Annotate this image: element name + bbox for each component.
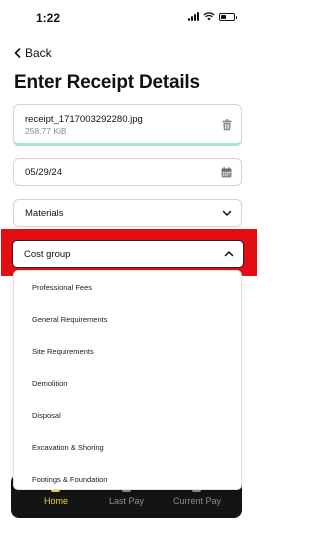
materials-select[interactable]: Materials xyxy=(13,199,242,227)
back-button[interactable]: Back xyxy=(14,46,52,60)
date-value: 05/29/24 xyxy=(25,167,62,178)
cost-group-placeholder: Cost group xyxy=(24,249,71,260)
signal-icon xyxy=(188,12,199,21)
receipt-file-card: receipt_1717003292280.jpg 258.77 KiB xyxy=(13,104,242,146)
back-label: Back xyxy=(25,46,52,60)
option-demolition[interactable]: Demolition xyxy=(32,379,67,388)
option-disposal[interactable]: Disposal xyxy=(32,411,61,420)
wifi-icon xyxy=(203,12,215,21)
tab-last-pay[interactable]: Last Pay xyxy=(109,496,144,506)
option-footings-foundation[interactable]: Footings & Foundation xyxy=(32,475,107,484)
trash-icon[interactable] xyxy=(222,119,232,131)
materials-value: Materials xyxy=(25,208,64,219)
option-general-requirements[interactable]: General Requirements xyxy=(32,315,107,324)
cost-group-select[interactable]: Cost group xyxy=(12,240,244,268)
date-field[interactable]: 05/29/24 xyxy=(13,158,242,186)
status-time: 1:22 xyxy=(36,11,61,25)
receipt-file-name: receipt_1717003292280.jpg xyxy=(25,114,143,125)
receipt-file-size: 258.77 KiB xyxy=(25,126,67,136)
chevron-down-icon xyxy=(222,210,232,216)
option-professional-fees[interactable]: Professional Fees xyxy=(32,283,92,292)
chevron-up-icon xyxy=(224,251,234,257)
tab-home[interactable]: Home xyxy=(44,496,68,506)
tab-current-pay[interactable]: Current Pay xyxy=(173,496,221,506)
battery-icon xyxy=(219,12,237,21)
status-icons xyxy=(188,12,237,21)
option-site-requirements[interactable]: Site Requirements xyxy=(32,347,94,356)
status-bar: 1:22 xyxy=(0,0,257,36)
chevron-left-icon xyxy=(14,48,21,58)
option-excavation-shoring[interactable]: Excavation & Shoring xyxy=(32,443,104,452)
cost-group-dropdown: Professional Fees General Requirements S… xyxy=(13,270,242,490)
page-title: Enter Receipt Details xyxy=(14,72,200,93)
calendar-icon[interactable] xyxy=(221,167,232,178)
